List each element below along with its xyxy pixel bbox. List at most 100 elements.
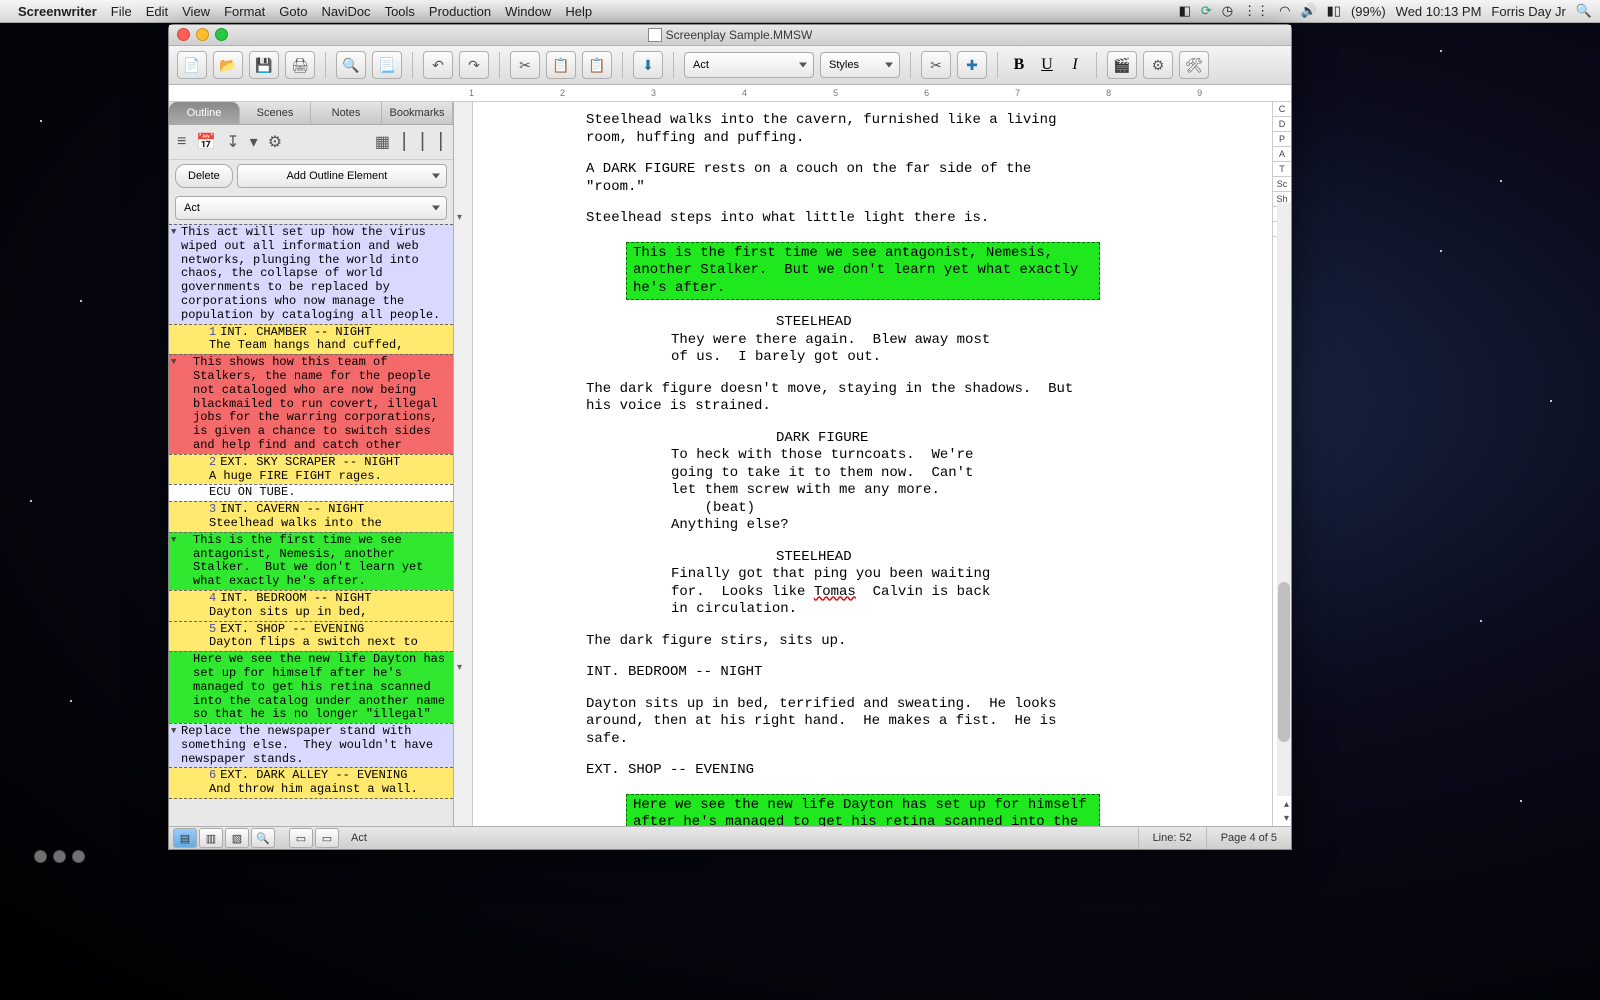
outline-collapse-icon[interactable]: ▾ [250,132,258,152]
menu-goto[interactable]: Goto [279,4,307,19]
outline-item[interactable]: 5EXT. SHOP -- EVENING Dayton flips a swi… [169,621,453,653]
outline-item[interactable]: ▼This act will set up how the virus wipe… [169,224,453,325]
outline-item[interactable]: 2EXT. SKY SCRAPER -- NIGHT A huge FIRE F… [169,454,453,486]
outline-item[interactable]: Here we see the new life Dayton has set … [169,651,453,724]
disclosure-triangle-icon[interactable]: ▼ [171,357,176,367]
outline-level-select[interactable]: Act [175,196,447,220]
outline-slider3-icon[interactable]: ⎮ [437,132,445,152]
navidoc-tab-notes[interactable]: Notes [311,102,382,124]
delete-outline-button[interactable]: Delete [175,164,233,188]
zoom-in-button[interactable]: 🔍 [336,51,366,79]
titlebar[interactable]: Screenplay Sample.MMSW [169,25,1291,46]
battery-icon[interactable]: ▮▯ [1327,3,1341,19]
add-element-button[interactable]: ✚ [957,51,987,79]
element-shortcut[interactable]: T [1273,162,1291,177]
navidoc-tab-outline[interactable]: Outline [169,102,240,124]
menu-help[interactable]: Help [565,4,592,19]
outline-view-icon[interactable]: ▦ [375,132,390,152]
script-page[interactable]: Steelhead walks into the cavern, furnish… [476,102,1267,826]
wifi-icon[interactable]: ◠ [1279,3,1290,19]
print-button[interactable]: 🖨 [285,51,315,79]
clock[interactable]: Wed 10:13 PM [1396,4,1482,19]
settings-button[interactable]: ⚙ [1143,51,1173,79]
outline-item[interactable]: ▼This is the first time we see antagonis… [169,532,453,591]
menu-window[interactable]: Window [505,4,551,19]
navidoc-tab-bookmarks[interactable]: Bookmarks [382,102,453,124]
tools-button[interactable]: 🛠 [1179,51,1209,79]
view-mode-2-button[interactable]: ▥ [199,828,223,848]
element-shortcut[interactable]: C [1273,102,1291,117]
open-button[interactable]: 📂 [213,51,243,79]
outline-item[interactable]: 3INT. CAVERN -- NIGHT Steelhead walks in… [169,501,453,533]
element-type-select[interactable]: Act [684,52,814,78]
undo-button[interactable]: ↶ [423,51,453,79]
add-outline-select[interactable]: Add Outline Element [237,164,447,188]
menu-edit[interactable]: Edit [146,4,168,19]
outline-list[interactable]: ▼This act will set up how the virus wipe… [169,224,453,826]
outline-item[interactable]: 1INT. CHAMBER -- NIGHT The Team hangs ha… [169,324,453,356]
menu-file[interactable]: File [111,4,132,19]
outline-item[interactable]: ▼This shows how this team of Stalkers, t… [169,354,453,455]
menu-navidoc[interactable]: NaviDoc [321,4,370,19]
close-button[interactable] [177,28,190,41]
disclosure-triangle-icon[interactable]: ▼ [171,227,176,237]
sync-icon[interactable]: ⟳ [1201,3,1212,19]
network-icon[interactable]: ⋮⋮ [1243,3,1269,19]
redo-button[interactable]: ↷ [459,51,489,79]
horizontal-ruler[interactable]: 123456789 [169,85,1291,102]
bookmark-button[interactable]: ⬇ [633,51,663,79]
vertical-scrollbar[interactable] [1277,202,1291,796]
zoom-button[interactable] [215,28,228,41]
zoom-status-button[interactable]: 🔍 [251,828,275,848]
cut-button[interactable]: ✂ [510,51,540,79]
paste-button[interactable]: 📋 [582,51,612,79]
italic-button[interactable]: I [1064,56,1086,74]
menu-view[interactable]: View [182,4,210,19]
save-button[interactable]: 💾 [249,51,279,79]
outline-calendar-icon[interactable]: 📅 [196,132,216,152]
outline-slider2-icon[interactable]: ⎮ [418,132,426,152]
disclosure-triangle-icon[interactable]: ▼ [171,726,176,736]
outline-settings-icon[interactable]: ⚙ [268,132,282,152]
scroll-down-arrow-icon[interactable]: ▾ [1284,813,1289,824]
element-shortcut[interactable]: P [1273,132,1291,147]
collapse-marker-icon[interactable]: ▾ [457,662,462,673]
outline-item[interactable]: ECU ON TUBE. [169,484,453,502]
collapse-marker-icon[interactable]: ▾ [457,212,462,223]
styles-select[interactable]: Styles [820,52,900,78]
navidoc-tab-scenes[interactable]: Scenes [240,102,311,124]
production-button[interactable]: 🎬 [1107,51,1137,79]
menu-format[interactable]: Format [224,4,265,19]
cut2-button[interactable]: ✂ [921,51,951,79]
panel-toggle-1-button[interactable]: ▭ [289,828,313,848]
element-shortcut[interactable]: Sc [1273,177,1291,192]
copy-button[interactable]: 📋 [546,51,576,79]
timemachine-icon[interactable]: ◷ [1222,3,1233,19]
spotlight-icon[interactable]: 🔍 [1576,3,1592,19]
document-proxy-icon[interactable] [648,28,662,42]
view-mode-1-button[interactable]: ▤ [173,828,197,848]
underline-button[interactable]: U [1036,56,1058,74]
minimize-button[interactable] [196,28,209,41]
outline-down-icon[interactable]: ↧ [226,132,239,152]
volume-icon[interactable]: 🔊 [1300,3,1316,19]
outline-slider1-icon[interactable]: ⎮ [400,132,408,152]
user-menu[interactable]: Forris Day Jr [1491,4,1565,19]
scroll-thumb[interactable] [1278,582,1290,742]
panel-toggle-2-button[interactable]: ▭ [315,828,339,848]
outline-item[interactable]: 4INT. BEDROOM -- NIGHT Dayton sits up in… [169,590,453,622]
spellcheck-word[interactable]: Tomas [814,584,856,600]
zoom-out-button[interactable]: 📃 [372,51,402,79]
view-mode-3-button[interactable]: ▧ [225,828,249,848]
outline-indent-icon[interactable]: ≡ [177,133,186,151]
scroll-up-arrow-icon[interactable]: ▴ [1284,799,1289,810]
app-name[interactable]: Screenwriter [18,4,97,19]
outline-item[interactable]: 6EXT. DARK ALLEY -- EVENING And throw hi… [169,767,453,799]
element-shortcut[interactable]: A [1273,147,1291,162]
new-doc-button[interactable]: 📄 [177,51,207,79]
bold-button[interactable]: B [1008,56,1030,74]
menu-production[interactable]: Production [429,4,491,19]
disclosure-triangle-icon[interactable]: ▼ [171,535,176,545]
menuextra-icon[interactable]: ◧ [1179,3,1191,19]
outline-item[interactable]: ▼Replace the newspaper stand with someth… [169,723,453,768]
